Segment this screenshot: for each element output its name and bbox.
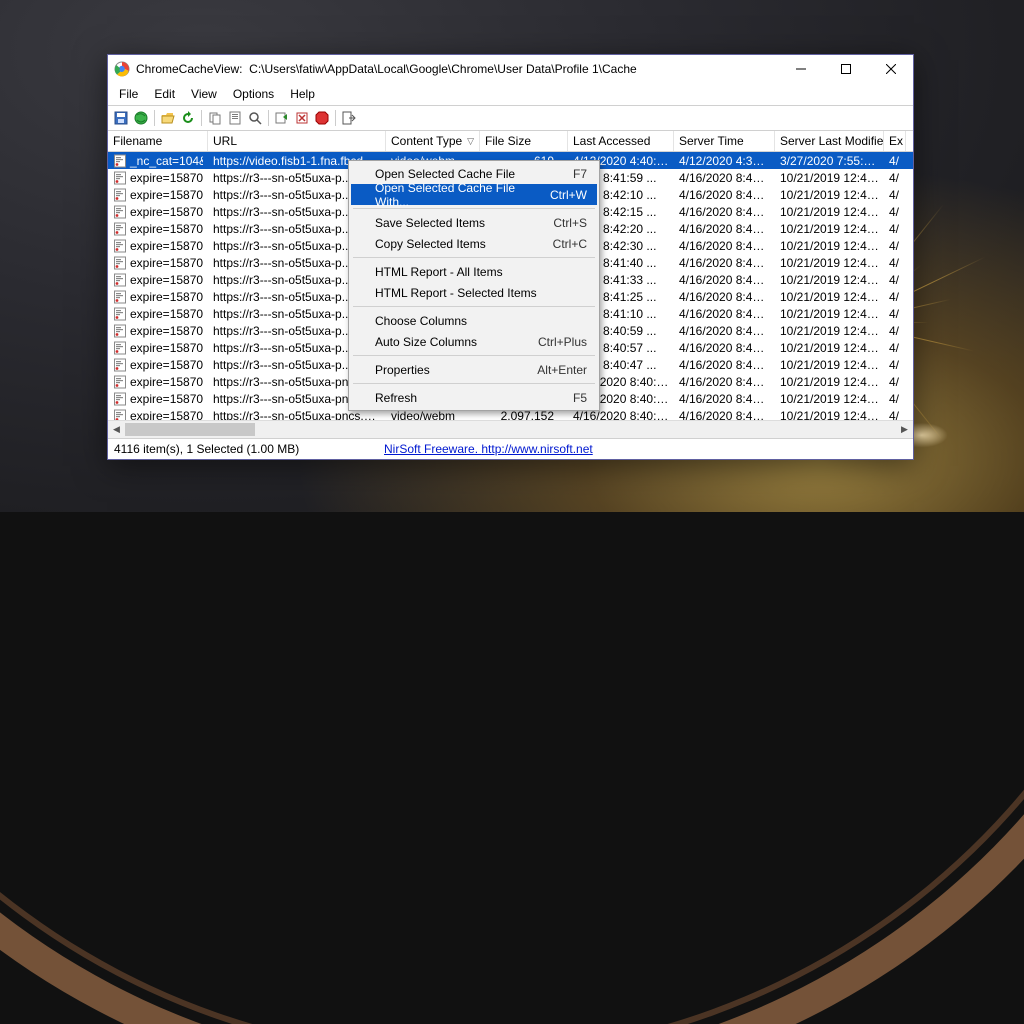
toolbar-find-icon[interactable] — [246, 109, 264, 127]
toolbar — [108, 106, 913, 131]
menu-options[interactable]: Options — [226, 85, 281, 103]
status-bar: 4116 item(s), 1 Selected (1.00 MB) NirSo… — [108, 438, 913, 459]
menu-view[interactable]: View — [184, 85, 224, 103]
toolbar-delete-icon[interactable] — [293, 109, 311, 127]
column-headers: Filename URL Content Type▽ File Size Las… — [108, 131, 913, 152]
toolbar-props-icon[interactable] — [226, 109, 244, 127]
maximize-button[interactable] — [823, 55, 868, 83]
col-url[interactable]: URL — [208, 131, 386, 151]
ctx-report-all[interactable]: HTML Report - All Items — [351, 261, 597, 282]
toolbar-stop-icon[interactable] — [313, 109, 331, 127]
scroll-right-icon[interactable]: ▶ — [896, 421, 913, 438]
col-expire[interactable]: Ex — [884, 131, 906, 151]
col-server-modified[interactable]: Server Last Modified — [775, 131, 884, 151]
context-menu: Open Selected Cache FileF7 Open Selected… — [348, 160, 600, 411]
sort-desc-icon: ▽ — [463, 136, 474, 147]
ctx-refresh[interactable]: RefreshF5 — [351, 387, 597, 408]
titlebar[interactable]: ChromeCacheView: C:\Users\fatiw\AppData\… — [108, 55, 913, 83]
toolbar-export-icon[interactable] — [273, 109, 291, 127]
toolbar-refresh-icon[interactable] — [179, 109, 197, 127]
col-last-accessed[interactable]: Last Accessed — [568, 131, 674, 151]
menu-bar: File Edit View Options Help — [108, 83, 913, 106]
ctx-choose-columns[interactable]: Choose Columns — [351, 310, 597, 331]
toolbar-exit-icon[interactable] — [340, 109, 358, 127]
col-server-time[interactable]: Server Time — [674, 131, 775, 151]
toolbar-world-icon[interactable] — [132, 109, 150, 127]
toolbar-open-icon[interactable] — [159, 109, 177, 127]
toolbar-copy-icon[interactable] — [206, 109, 224, 127]
ctx-properties[interactable]: PropertiesAlt+Enter — [351, 359, 597, 380]
scroll-left-icon[interactable]: ◀ — [108, 421, 125, 438]
status-count: 4116 item(s), 1 Selected (1.00 MB) — [114, 442, 384, 456]
ctx-open-with[interactable]: Open Selected Cache File With...Ctrl+W — [351, 184, 597, 205]
window-title: ChromeCacheView: C:\Users\fatiw\AppData\… — [136, 62, 778, 76]
scroll-thumb[interactable] — [125, 423, 255, 436]
ctx-auto-size-columns[interactable]: Auto Size ColumnsCtrl+Plus — [351, 331, 597, 352]
close-button[interactable] — [868, 55, 913, 83]
ctx-save[interactable]: Save Selected ItemsCtrl+S — [351, 212, 597, 233]
col-filename[interactable]: Filename — [108, 131, 208, 151]
menu-help[interactable]: Help — [283, 85, 322, 103]
menu-edit[interactable]: Edit — [147, 85, 182, 103]
app-icon — [114, 61, 130, 77]
horizontal-scrollbar[interactable]: ◀ ▶ — [108, 420, 913, 438]
toolbar-save-icon[interactable] — [112, 109, 130, 127]
col-file-size[interactable]: File Size — [480, 131, 568, 151]
menu-file[interactable]: File — [112, 85, 145, 103]
status-credit[interactable]: NirSoft Freeware. http://www.nirsoft.net — [384, 442, 593, 456]
col-content-type[interactable]: Content Type▽ — [386, 131, 480, 151]
minimize-button[interactable] — [778, 55, 823, 83]
ctx-copy[interactable]: Copy Selected ItemsCtrl+C — [351, 233, 597, 254]
ctx-report-selected[interactable]: HTML Report - Selected Items — [351, 282, 597, 303]
